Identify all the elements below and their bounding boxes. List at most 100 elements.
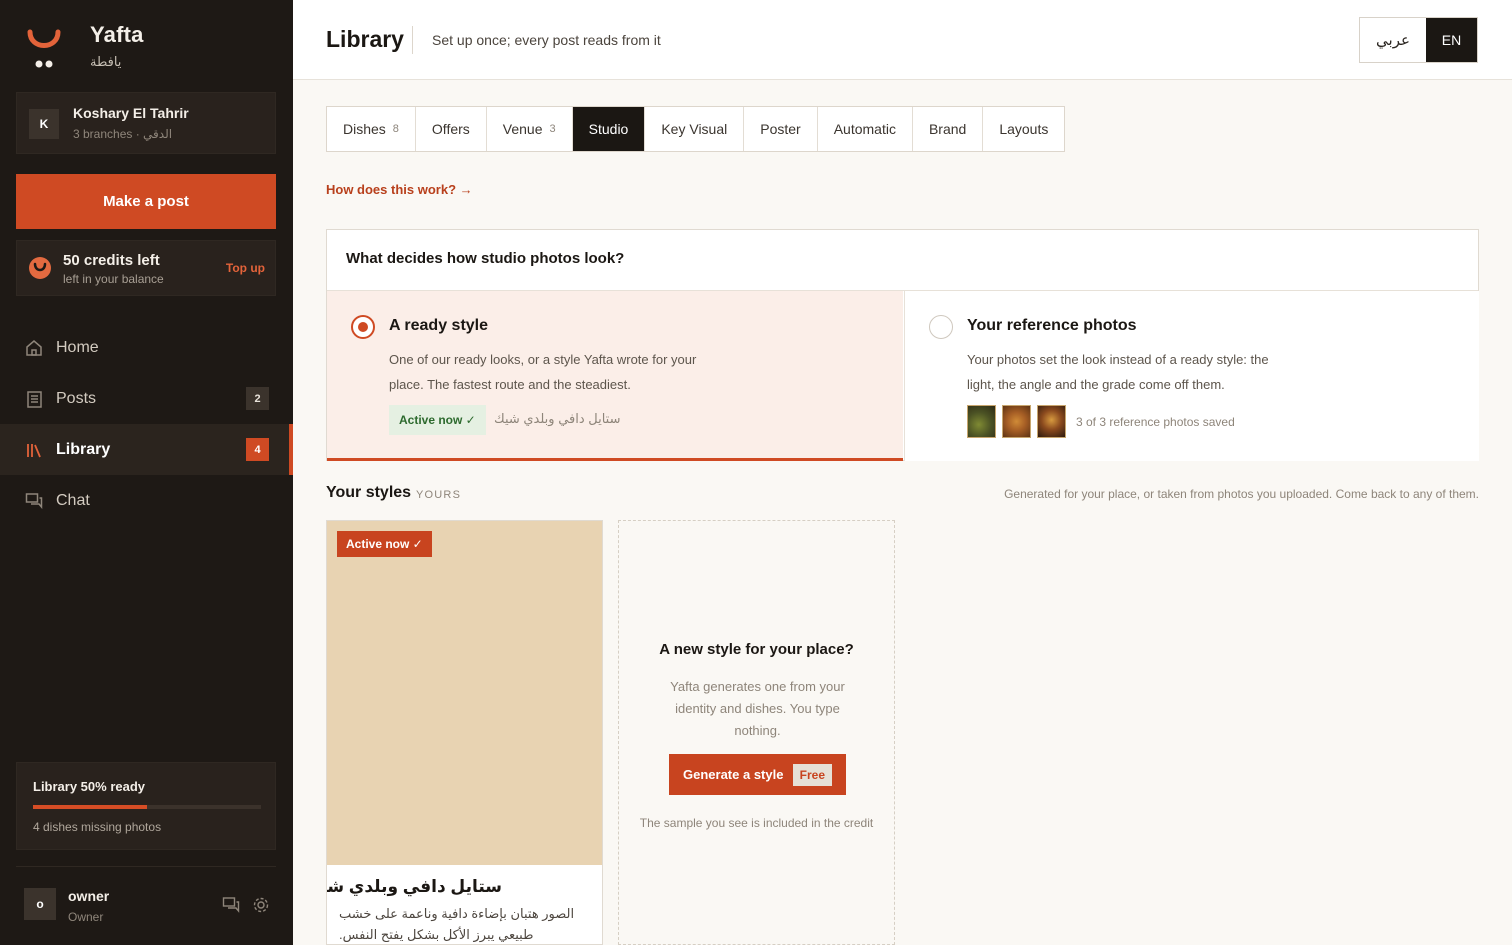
studio-look-panel: What decides how studio photos look? A r… <box>326 229 1479 461</box>
sidebar-divider <box>16 866 276 867</box>
reference-photos-radio[interactable] <box>929 315 953 339</box>
chat-icon <box>24 492 44 510</box>
venue-avatar: K <box>29 109 59 139</box>
generate-style-label: Generate a style <box>683 767 784 782</box>
tab-dishes[interactable]: Dishes 8 <box>327 107 416 151</box>
tab-venue[interactable]: Venue 3 <box>487 107 573 151</box>
venue-switcher[interactable]: K Koshary El Tahrir 3 branches · الدقي <box>16 92 276 154</box>
style-card-name: ستايل دافي وبلدي شيك <box>327 877 502 896</box>
brand[interactable]: Yafta يافطة <box>26 22 144 72</box>
reference-photo-thumbnails: 3 of 3 reference photos saved <box>967 405 1235 438</box>
tab-label: Offers <box>431 121 470 137</box>
posts-icon <box>24 390 44 408</box>
page-title: Library <box>326 26 404 52</box>
sidebar-item-library[interactable]: Library 4 <box>0 424 293 475</box>
messages-icon[interactable] <box>222 896 240 914</box>
library-progress-title: Library 50% ready <box>33 779 146 794</box>
your-styles-heading: Your styles <box>326 484 412 501</box>
sidebar-item-label: Chat <box>56 491 90 509</box>
generate-style-button[interactable]: Generate a style Free <box>669 754 846 795</box>
sidebar: Yafta يافطة K Koshary El Tahrir 3 branch… <box>0 0 293 945</box>
sidebar-item-home[interactable]: Home <box>0 322 293 373</box>
free-badge: Free <box>792 764 832 786</box>
option-reference-photos[interactable]: Your reference photos Your photos set th… <box>904 291 1479 461</box>
user-role: Owner <box>68 910 104 924</box>
gear-icon[interactable] <box>252 896 270 914</box>
tab-studio[interactable]: Studio <box>572 107 646 151</box>
library-progress-fill <box>33 805 147 809</box>
reference-photos-count: 3 of 3 reference photos saved <box>1076 414 1235 429</box>
your-styles-note: Generated for your place, or taken from … <box>1004 487 1479 501</box>
library-progress-subtitle: 4 dishes missing photos <box>33 820 162 834</box>
credits-card: 50 credits left left in your balance Top… <box>16 240 276 296</box>
tab-label: Poster <box>760 121 801 137</box>
active-style-name: ستايل دافي وبلدي شيك <box>494 411 621 426</box>
credits-subtitle: left in your balance <box>63 272 164 286</box>
user-name: owner <box>68 888 110 904</box>
make-post-button[interactable]: Make a post <box>16 174 276 229</box>
library-icon <box>24 441 44 459</box>
tab-label: Studio <box>588 121 629 137</box>
tab-brand[interactable]: Brand <box>913 107 984 151</box>
sidebar-item-chat[interactable]: Chat <box>0 475 293 526</box>
library-count-badge: 4 <box>246 438 269 461</box>
library-progress-card[interactable]: Library 50% ready 4 dishes missing photo… <box>16 762 276 850</box>
tab-label: Automatic <box>833 121 896 137</box>
venue-name: Koshary El Tahrir <box>73 105 189 121</box>
style-preview-swatch <box>327 521 602 865</box>
tab-layouts[interactable]: Layouts <box>983 107 1064 151</box>
tab-label: Layouts <box>999 121 1049 137</box>
tab-label: Key Visual <box>661 121 728 137</box>
header-divider <box>412 26 413 54</box>
top-up-link[interactable]: Top up <box>226 261 265 275</box>
brand-name-arabic: يافطة <box>90 54 122 69</box>
tab-offers[interactable]: Offers <box>416 107 487 151</box>
new-style-title: A new style for your place? <box>659 641 854 658</box>
language-switcher: عربي EN <box>1359 17 1478 63</box>
option-ready-style[interactable]: A ready style One of our ready looks, or… <box>327 291 903 461</box>
sidebar-item-posts[interactable]: Posts 2 <box>0 373 293 424</box>
sidebar-nav: Home Posts 2 Library 4 Chat <box>0 322 293 526</box>
page-subtitle: Set up once; every post reads from it <box>432 32 661 48</box>
tab-label: Dishes <box>343 121 386 137</box>
venue-branches: 3 branches · الدقي <box>73 127 173 141</box>
new-style-description: Yafta generates one from your identity a… <box>670 679 845 738</box>
home-icon <box>24 339 44 357</box>
reference-photos-title: Your reference photos <box>967 317 1137 334</box>
ready-style-radio[interactable] <box>351 315 375 339</box>
library-progress-bar <box>33 805 261 809</box>
tab-label: Venue <box>502 121 543 137</box>
tab-count: 8 <box>392 123 399 135</box>
studio-look-question: What decides how studio photos look? <box>346 250 625 267</box>
tab-count: 3 <box>549 123 556 135</box>
ready-style-description: One of our ready looks, or a style Yafta… <box>389 352 697 392</box>
reference-photo-thumbnail[interactable] <box>1037 405 1066 438</box>
credits-count: 50 credits left <box>63 252 160 269</box>
language-arabic-button[interactable]: عربي <box>1360 18 1426 62</box>
new-style-card: A new style for your place? Yafta genera… <box>618 520 895 945</box>
style-card[interactable]: Active now ✓ ستايل دافي وبلدي شيك الصور … <box>326 520 603 945</box>
your-styles-tag: YOURS <box>416 489 462 501</box>
library-tabs: Dishes 8 Offers Venue 3 Studio Key Visual … <box>326 106 1066 152</box>
reference-photo-thumbnail[interactable] <box>967 405 996 438</box>
sidebar-item-label: Posts <box>56 389 97 407</box>
tab-key-visual[interactable]: Key Visual <box>645 107 745 151</box>
avatar: o <box>24 888 56 920</box>
sidebar-item-label: Home <box>56 338 99 356</box>
tab-automatic[interactable]: Automatic <box>818 107 913 151</box>
tab-poster[interactable]: Poster <box>744 107 818 151</box>
credits-icon <box>29 257 51 279</box>
posts-count-badge: 2 <box>246 387 269 410</box>
reference-photos-description: Your photos set the look instead of a re… <box>967 352 1269 392</box>
reference-photo-thumbnail[interactable] <box>1002 405 1031 438</box>
page-header: Library Set up once; every post reads fr… <box>293 0 1512 80</box>
language-english-button[interactable]: EN <box>1426 18 1477 62</box>
active-now-badge: Active now ✓ <box>337 531 432 557</box>
ready-style-title: A ready style <box>389 317 489 334</box>
style-card-description: الصور هتبان بإضاءة دافية وناعمة على خشب … <box>339 906 575 942</box>
sidebar-item-label: Library <box>56 440 111 458</box>
yafta-logo-icon <box>26 22 62 72</box>
brand-name: Yafta <box>90 22 144 47</box>
tab-label: Brand <box>928 121 967 137</box>
how-does-this-work-link[interactable]: How does this work? → <box>326 182 473 197</box>
